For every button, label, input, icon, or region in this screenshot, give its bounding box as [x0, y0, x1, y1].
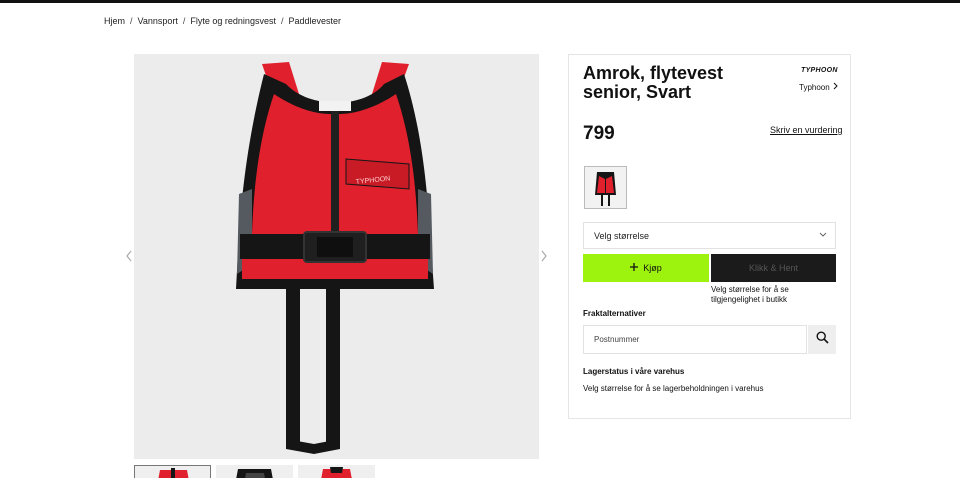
click-collect-label: Klikk & Hent: [748, 263, 799, 273]
shipping-heading: Fraktalternativer: [583, 309, 646, 318]
postal-code-input[interactable]: Postnummer: [583, 325, 807, 354]
breadcrumb-separator: /: [130, 16, 133, 26]
brand-logo[interactable]: TYPHOON: [801, 67, 838, 74]
click-collect-button[interactable]: Klikk & Hent: [711, 254, 836, 282]
click-collect-note: Velg størrelse for å se tilgjengelighet …: [711, 285, 789, 304]
color-swatch[interactable]: [584, 166, 627, 209]
buy-button-label: Kjøp: [643, 263, 662, 273]
breadcrumb-vannsport[interactable]: Vannsport: [138, 16, 178, 26]
buy-button[interactable]: Kjøp: [583, 254, 709, 282]
chevron-right-icon[interactable]: [538, 250, 550, 262]
write-review-link[interactable]: Skriv en vurdering: [770, 125, 843, 135]
size-select[interactable]: Velg størrelse: [583, 222, 836, 249]
product-info-panel: Amrok, flytevest senior, Svart TYPHOON T…: [568, 54, 851, 419]
breadcrumb-paddlevester[interactable]: Paddlevester: [288, 16, 341, 26]
breadcrumb-home[interactable]: Hjem: [104, 16, 125, 26]
postal-code-placeholder: Postnummer: [594, 335, 640, 344]
thumbnail-strip: [134, 465, 375, 478]
price: 799: [583, 123, 615, 144]
breadcrumb-flyte[interactable]: Flyte og redningsvest: [190, 16, 276, 26]
stock-text: Velg størrelse for å se lagerbeholdninge…: [583, 384, 764, 393]
chevron-right-icon: [833, 82, 839, 92]
brand-link[interactable]: Typhoon: [799, 82, 839, 92]
thumbnail-1[interactable]: [134, 465, 211, 478]
search-icon: [815, 330, 829, 349]
chevron-down-icon: [819, 231, 827, 240]
breadcrumb-separator: /: [280, 16, 284, 26]
life-vest-image: TYPHOON: [236, 62, 434, 454]
stock-heading: Lagerstatus i våre varehus: [583, 367, 685, 376]
top-bar: [0, 0, 960, 3]
thumbnail-3[interactable]: [298, 465, 375, 478]
breadcrumb-separator: /: [182, 16, 186, 26]
plus-icon: [630, 263, 639, 273]
product-image[interactable]: TYPHOON: [134, 54, 539, 459]
thumbnail-2[interactable]: [216, 465, 293, 478]
breadcrumb: Hjem / Vannsport / Flyte og redningsvest…: [104, 16, 341, 26]
postal-search-button[interactable]: [808, 325, 836, 354]
product-title: Amrok, flytevest senior, Svart: [583, 63, 724, 102]
size-select-label: Velg størrelse: [594, 230, 650, 241]
brand-link-label: Typhoon: [799, 82, 830, 92]
